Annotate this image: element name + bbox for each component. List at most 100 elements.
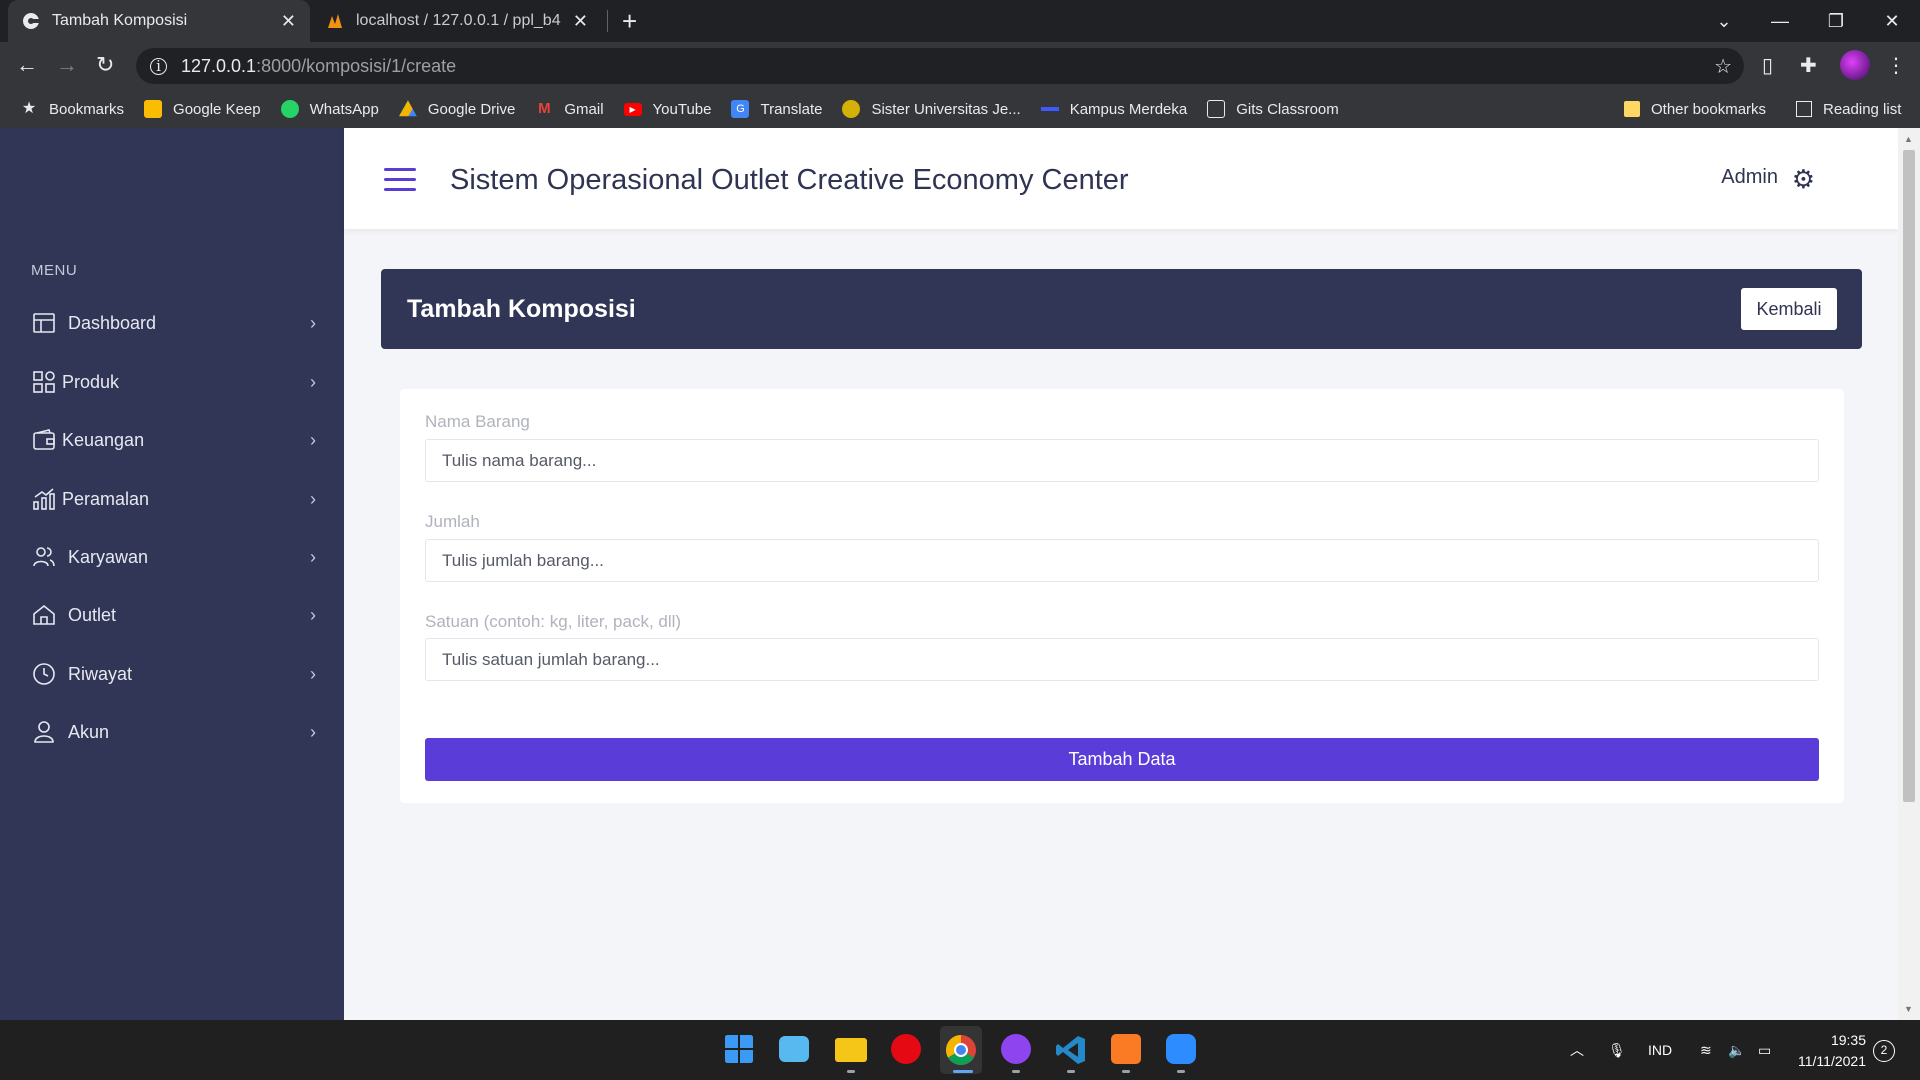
taskbar-indicator (1177, 1070, 1185, 1073)
wallet-icon (33, 429, 55, 450)
reading-list[interactable]: Reading list (1796, 101, 1901, 118)
satuan-input[interactable] (425, 638, 1819, 681)
page-header-banner: Tambah Komposisi Kembali (381, 269, 1862, 349)
close-tab-icon[interactable]: ✕ (281, 11, 296, 32)
bookmark-google-keep[interactable]: Google Keep (144, 100, 261, 118)
gmail-icon: M (538, 100, 551, 117)
close-window-icon[interactable]: ✕ (1864, 11, 1920, 32)
youtube-music-icon[interactable] (891, 1034, 921, 1064)
close-tab-icon[interactable]: ✕ (573, 11, 588, 32)
classroom-icon (1207, 100, 1226, 118)
more-menu-icon[interactable]: ⋮ (1886, 53, 1906, 78)
grid-icon (33, 371, 55, 393)
url-path: :8000/komposisi/1/create (256, 55, 457, 76)
sidebar-item-dashboard[interactable]: Dashboard › (32, 303, 322, 343)
github-desktop-icon[interactable] (1001, 1034, 1031, 1064)
tab-search-icon[interactable]: ⌄ (1696, 11, 1752, 32)
page-title: Tambah Komposisi (407, 295, 636, 323)
clock-icon (33, 663, 55, 685)
sidebar-item-outlet[interactable]: Outlet › (32, 595, 322, 635)
bookmark-youtube[interactable]: ▶ YouTube (623, 101, 711, 118)
windows-start-icon[interactable] (724, 1034, 754, 1064)
gear-icon[interactable]: ⚙ (1792, 164, 1815, 195)
bookmark-translate[interactable]: G Translate (731, 100, 822, 118)
notification-badge[interactable]: 2 (1873, 1040, 1895, 1062)
new-tab-icon[interactable]: + (622, 6, 637, 37)
sidebar: MENU Dashboard › Produk › Keuangan › Per… (0, 128, 344, 1020)
vscode-icon[interactable] (1055, 1034, 1087, 1066)
bookmark-bookmarks[interactable]: ★ Bookmarks (20, 100, 124, 118)
form-card: Nama Barang Jumlah Satuan (contoh: kg, l… (400, 389, 1844, 803)
scrollbar-thumb[interactable] (1903, 150, 1915, 802)
language-indicator[interactable]: IND (1648, 1020, 1672, 1080)
clock-date: 11/11/2021 (1798, 1053, 1866, 1069)
app-header: Sistem Operasional Outlet Creative Econo… (344, 128, 1898, 229)
sidebar-item-label: Peramalan (62, 488, 150, 509)
translate-icon: G (731, 100, 750, 118)
user-name[interactable]: Admin (1721, 166, 1778, 189)
tab-tambah-komposisi[interactable]: Tambah Komposisi ✕ (8, 0, 310, 42)
nama-barang-input[interactable] (425, 439, 1819, 482)
sidebar-item-karyawan[interactable]: Karyawan › (32, 537, 322, 577)
users-icon (33, 547, 55, 567)
clock-time: 19:35 (1830, 1032, 1866, 1048)
file-explorer-icon[interactable] (835, 1038, 867, 1062)
minimize-icon[interactable]: — (1752, 11, 1808, 32)
bookmark-kampus-merdeka[interactable]: Kampus Merdeka (1040, 100, 1187, 118)
forward-arrow-icon[interactable]: → (56, 52, 78, 78)
tab-phpmyadmin[interactable]: localhost / 127.0.0.1 / ppl_b4 / sa ✕ (312, 0, 602, 42)
extensions-icon[interactable]: ✚ (1800, 53, 1817, 78)
home-icon (33, 604, 55, 625)
bookmark-label: Google Drive (427, 100, 516, 118)
microphone-icon[interactable]: 🎙 (1608, 1020, 1626, 1080)
tray-chevron-icon[interactable]: ︿ (1570, 1020, 1584, 1080)
device-icon[interactable]: ▯ (1762, 53, 1773, 78)
system-clock[interactable]: 19:35 11/11/2021 (1798, 1030, 1866, 1072)
hamburger-menu-icon[interactable] (384, 168, 416, 192)
user-icon (34, 721, 54, 743)
bookmark-gits-classroom[interactable]: Gits Classroom (1207, 100, 1339, 118)
jumlah-label: Jumlah (425, 512, 480, 531)
wifi-icon[interactable]: ≋ (1700, 1020, 1712, 1080)
bookmark-gmail[interactable]: M Gmail (535, 100, 603, 118)
battery-icon[interactable]: ▭ (1758, 1020, 1771, 1080)
app-title: Sistem Operasional Outlet Creative Econo… (450, 164, 1129, 196)
bookmark-star-icon[interactable]: ☆ (1714, 54, 1732, 79)
sidebar-item-akun[interactable]: Akun › (32, 712, 322, 752)
page-scrollbar[interactable]: ▲ ▼ (1898, 128, 1920, 1020)
sidebar-item-riwayat[interactable]: Riwayat › (32, 654, 322, 694)
chevron-right-icon: › (310, 371, 316, 392)
back-button[interactable]: Kembali (1741, 288, 1837, 330)
bookmark-label: Bookmarks (49, 100, 125, 118)
scroll-down-icon[interactable]: ▼ (1904, 1004, 1913, 1014)
sidebar-item-peramalan[interactable]: Peramalan › (32, 479, 322, 519)
kampus-merdeka-icon (1040, 100, 1059, 118)
profile-avatar[interactable] (1840, 50, 1870, 80)
volume-icon[interactable]: 🔈 (1728, 1020, 1745, 1080)
chevron-right-icon: › (310, 721, 316, 742)
chrome-icon[interactable] (945, 1034, 977, 1066)
tab-title: Tambah Komposisi (52, 12, 188, 29)
sidebar-item-produk[interactable]: Produk › (32, 362, 322, 402)
sidebar-item-label: Dashboard (68, 312, 157, 333)
restore-icon[interactable]: ❐ (1808, 11, 1864, 32)
address-bar[interactable]: i 127.0.0.1:8000/komposisi/1/create ☆ (136, 48, 1744, 84)
reload-icon[interactable]: ↻ (96, 52, 114, 78)
bookmark-sister[interactable]: Sister Universitas Je... (842, 100, 1021, 118)
jumlah-input[interactable] (425, 539, 1819, 582)
reading-list-label: Reading list (1823, 100, 1902, 118)
xampp-icon[interactable] (1111, 1034, 1141, 1064)
bookmark-google-drive[interactable]: Google Drive (398, 100, 516, 118)
tambah-data-button[interactable]: Tambah Data (425, 738, 1819, 781)
university-logo-icon (842, 100, 861, 118)
bookmarks-bar: ★ Bookmarks Google Keep WhatsApp Google D… (0, 90, 1920, 128)
scroll-up-icon[interactable]: ▲ (1904, 134, 1913, 144)
site-info-icon[interactable]: i (150, 57, 167, 75)
sidebar-item-keuangan[interactable]: Keuangan › (32, 420, 322, 460)
zoom-icon[interactable] (1166, 1034, 1196, 1064)
other-bookmarks[interactable]: Other bookmarks (1624, 101, 1766, 118)
widgets-icon[interactable] (779, 1036, 809, 1062)
menu-heading: MENU (31, 262, 78, 279)
back-arrow-icon[interactable]: ← (16, 52, 38, 78)
bookmark-whatsapp[interactable]: WhatsApp (280, 100, 379, 118)
